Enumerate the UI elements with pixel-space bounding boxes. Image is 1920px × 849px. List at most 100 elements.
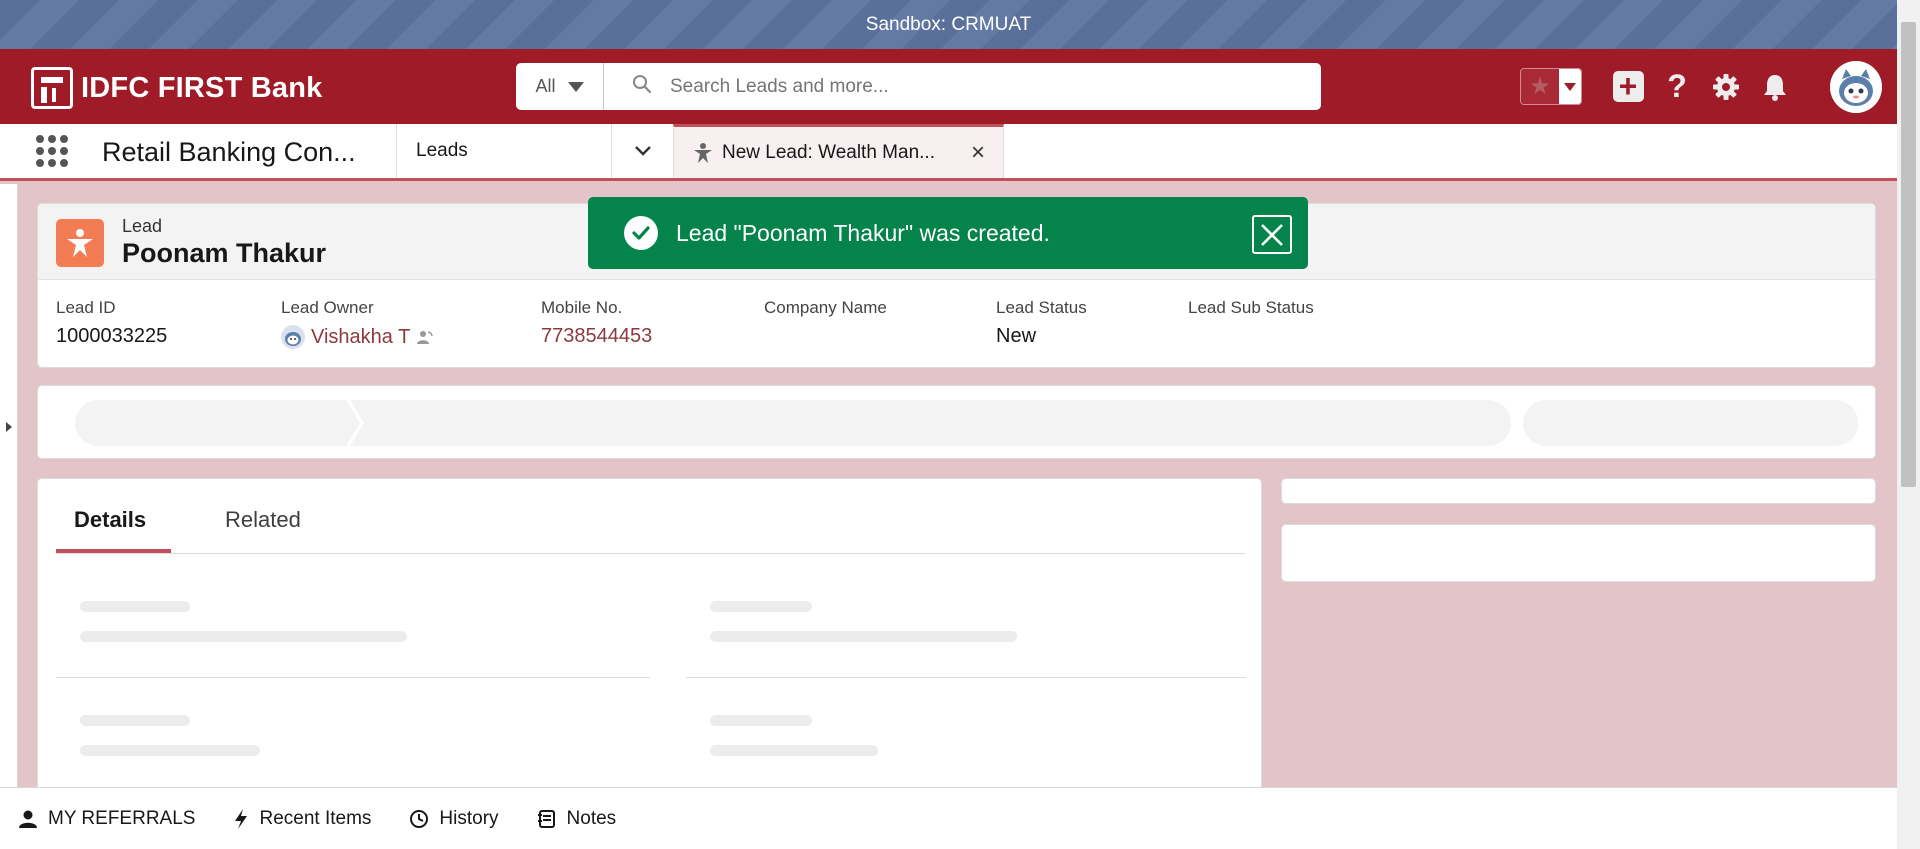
search-scope-dropdown[interactable]: All [516, 63, 604, 110]
search-icon [632, 74, 652, 99]
divider [686, 677, 1246, 678]
success-toast: Lead "Poonam Thakur" was created. [588, 197, 1308, 269]
record-title: Poonam Thakur [122, 238, 327, 268]
object-type-label: Lead [122, 216, 163, 236]
utility-my-referrals[interactable]: MY REFERRALS [18, 808, 195, 830]
brand-logo-mark [31, 67, 73, 109]
search-input[interactable] [670, 75, 1270, 98]
gear-icon [1713, 73, 1739, 100]
field-lead-sub-status: Lead Sub Status [1188, 298, 1314, 325]
close-icon[interactable]: × [971, 139, 985, 167]
record-detail-tabs: Details Related [37, 478, 1262, 798]
utility-history[interactable]: History [409, 807, 499, 830]
field-label: Mobile No. [541, 298, 623, 317]
star-icon[interactable]: ★ [1521, 69, 1559, 104]
chevron-down-icon [634, 146, 651, 156]
loading-placeholder [710, 715, 812, 726]
utility-label: Recent Items [259, 807, 372, 829]
close-icon [1261, 223, 1283, 246]
notifications-button[interactable] [1759, 71, 1791, 103]
toast-message: Lead "Poonam Thakur" was created. [676, 219, 1050, 246]
path-stages-placeholder [75, 400, 1511, 446]
user-icon [19, 810, 37, 828]
workspace-tab-label: New Lead: Wealth Man... [722, 141, 935, 163]
utility-label: Notes [566, 807, 617, 829]
loading-placeholder [80, 601, 190, 612]
app-launcher-icon[interactable] [36, 135, 68, 167]
utility-label: MY REFERRALS [48, 807, 196, 829]
loading-placeholder [80, 631, 407, 642]
sandbox-banner: Sandbox: CRMUAT [0, 0, 1897, 49]
field-mobile-no: Mobile No. 7738544453 [541, 298, 652, 348]
chevron-down-icon [567, 81, 584, 92]
nav-item-leads-label: Leads [416, 140, 468, 161]
owner-avatar [281, 325, 305, 349]
brand-name: IDFC FIRST Bank [81, 71, 323, 104]
global-search: All [516, 63, 1321, 110]
clock-icon [410, 809, 429, 828]
field-label: Lead ID [56, 298, 116, 317]
path-component [37, 385, 1876, 459]
tab-bar: Details Related [56, 479, 1245, 554]
field-label: Lead Sub Status [1188, 298, 1314, 317]
header-actions: ★ + ? [1520, 49, 1882, 124]
bolt-icon [235, 808, 248, 829]
user-avatar[interactable] [1830, 60, 1882, 113]
lead-owner-link[interactable]: Vishakha T [311, 326, 410, 349]
field-lead-id: Lead ID 1000033225 [56, 298, 167, 348]
search-scope-label: All [535, 76, 556, 96]
nav-more-dropdown[interactable] [611, 124, 673, 178]
notes-icon [537, 809, 555, 828]
nav-item-leads[interactable]: Leads [396, 124, 611, 178]
page-scrollbar[interactable] [1897, 0, 1920, 849]
loading-placeholder [710, 631, 1017, 642]
field-value: Vishakha T [281, 325, 434, 349]
lead-icon [694, 142, 712, 163]
favorites-dropdown-button[interactable] [1559, 69, 1581, 104]
change-owner-icon[interactable] [416, 328, 434, 346]
bell-icon [1764, 74, 1786, 101]
help-button[interactable]: ? [1661, 68, 1693, 104]
side-panel-toggle[interactable] [0, 184, 18, 787]
loading-placeholder [710, 745, 878, 756]
scrollbar-thumb[interactable] [1901, 22, 1916, 487]
toast-close-button[interactable] [1252, 215, 1292, 254]
workspace-tab-new-lead[interactable]: New Lead: Wealth Man... × [673, 124, 1004, 178]
chevron-down-icon [1564, 82, 1576, 91]
loading-placeholder [710, 601, 812, 612]
loading-placeholder [80, 715, 190, 726]
field-label: Lead Status [996, 298, 1087, 317]
app-navigation-bar: Retail Banking Con... Leads New Lead: We… [0, 124, 1897, 181]
check-icon [624, 216, 658, 250]
path-action-placeholder [1523, 400, 1858, 446]
favorites-group: ★ [1520, 68, 1582, 105]
loading-placeholder [80, 745, 260, 756]
sidebar-card [1281, 524, 1876, 582]
sandbox-label: Sandbox: CRMUAT [865, 13, 1032, 35]
sidebar-card [1281, 478, 1876, 504]
plus-icon: + [1612, 70, 1644, 102]
help-icon: ? [1667, 68, 1687, 104]
utility-bar: MY REFERRALS Recent Items History Notes [0, 787, 1897, 849]
search-field[interactable] [604, 63, 1321, 110]
mobile-number-link[interactable]: 7738544453 [541, 325, 652, 348]
app-name: Retail Banking Con... [102, 137, 356, 167]
utility-notes[interactable]: Notes [537, 807, 617, 830]
tab-details[interactable]: Details [74, 507, 146, 533]
global-header: IDFC FIRST Bank All ★ + ? [0, 49, 1897, 124]
field-value: 1000033225 [56, 325, 168, 347]
setup-button[interactable] [1710, 71, 1742, 103]
tab-related[interactable]: Related [225, 507, 301, 533]
field-value: New [996, 325, 1037, 347]
field-company-name: Company Name [764, 298, 887, 325]
divider [56, 677, 650, 678]
utility-recent-items[interactable]: Recent Items [233, 808, 371, 830]
lead-icon [56, 219, 104, 267]
active-tab-indicator [56, 549, 171, 553]
field-lead-owner: Lead Owner Vishakha T [281, 298, 434, 349]
utility-label: History [439, 807, 499, 829]
field-label: Lead Owner [281, 298, 374, 317]
expand-icon [6, 422, 12, 432]
global-actions-button[interactable]: + [1612, 70, 1644, 103]
brand-logo[interactable]: IDFC FIRST Bank [31, 67, 322, 109]
